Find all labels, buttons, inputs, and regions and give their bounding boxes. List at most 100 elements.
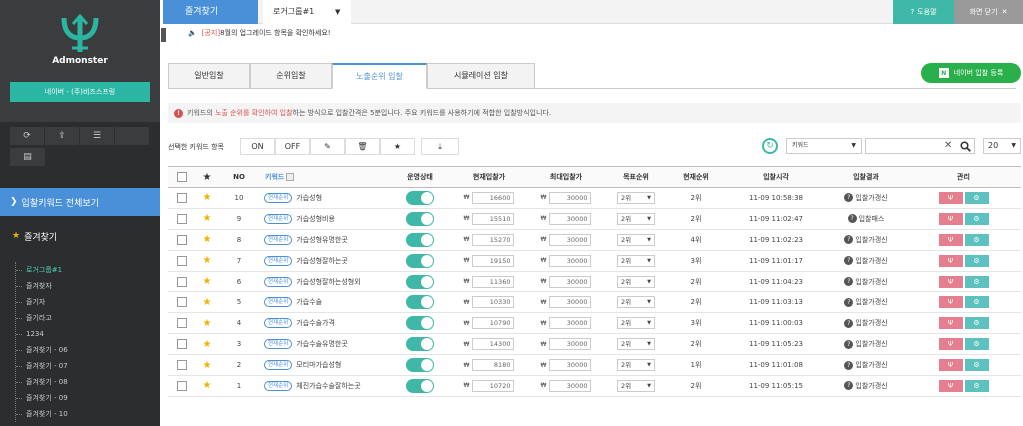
table-row[interactable]: ★ 2 현재순위 모티마가습성형 ₩8180 ₩30000 2위 ▼ 1위 11-09 11:01…: [168, 354, 1021, 377]
sidebar-group-item[interactable]: 즐겨찾기 - 08: [16, 374, 155, 390]
favorite-star-icon[interactable]: ★: [196, 291, 218, 314]
status-toggle[interactable]: [406, 295, 434, 310]
current-rank-tag[interactable]: 현재순위: [264, 360, 293, 371]
sidebar-group-item[interactable]: 즐겨찾기 - 06: [16, 342, 155, 358]
question-icon[interactable]: ?: [844, 339, 854, 349]
target-rank-select[interactable]: 2위 ▼: [617, 254, 655, 267]
current-bid-field[interactable]: 15270: [472, 233, 515, 246]
current-rank-tag[interactable]: 현재순위: [264, 380, 293, 391]
status-toggle[interactable]: [406, 211, 434, 226]
help-button[interactable]: ? 도움말: [893, 0, 954, 24]
naver-bid-register-button[interactable]: N 네이버 입찰 등록: [921, 63, 1021, 83]
keyword-text[interactable]: 가습성형비용: [296, 215, 335, 223]
account-selector-button[interactable]: 네이버 - (주)비즈스프링: [10, 82, 150, 102]
keyword-text[interactable]: 가습수술유명한곳: [296, 340, 348, 348]
status-toggle[interactable]: [406, 253, 434, 268]
favorite-star-icon[interactable]: ★: [196, 229, 218, 251]
edit-icon[interactable]: ✎: [310, 138, 345, 155]
row-checkbox[interactable]: [168, 354, 196, 377]
max-bid-field[interactable]: 30000: [549, 191, 592, 204]
favorite-star-icon[interactable]: ★: [196, 250, 218, 272]
current-rank-tag[interactable]: 현재순위: [264, 318, 293, 329]
refresh-icon[interactable]: ↻: [762, 138, 778, 154]
current-bid-field[interactable]: 8180: [472, 359, 515, 372]
question-icon[interactable]: ?: [844, 256, 854, 266]
status-toggle[interactable]: [406, 274, 434, 289]
select-all-checkbox[interactable]: [168, 166, 196, 188]
keyword-text[interactable]: 가습성형: [296, 194, 322, 202]
log-icon[interactable]: Ψ: [938, 296, 963, 309]
log-icon[interactable]: Ψ: [938, 191, 963, 204]
sidebar-group-item[interactable]: 1234: [16, 326, 155, 342]
keyword-text[interactable]: 가습성형잘하는성형외: [296, 278, 360, 286]
header-keyword[interactable]: 키워드: [260, 166, 388, 188]
keyword-text[interactable]: 가습성형유명한곳: [296, 236, 348, 244]
tab-rank-bid[interactable]: 순위입찰: [250, 63, 332, 89]
table-row[interactable]: ★ 9 현재순위 가습성형비용 ₩15510 ₩30000 2위 ▼ 2위 11-09 11:02…: [168, 208, 1021, 230]
sidebar-group-item[interactable]: 즐겨찾기 - 09: [16, 390, 155, 406]
row-checkbox[interactable]: [168, 312, 196, 335]
keyword-text[interactable]: 체진가습수술잘하는곳: [296, 382, 360, 390]
sidebar-group-item[interactable]: 즐기라고: [16, 310, 155, 326]
document-icon[interactable]: ▤: [10, 148, 45, 166]
table-row[interactable]: ★ 7 현재순위 가습성형잘하는곳 ₩19150 ₩30000 2위 ▼ 3위 11-09 11:…: [168, 250, 1021, 272]
trash-icon[interactable]: 🗑: [345, 138, 380, 155]
target-rank-select[interactable]: 2위 ▼: [617, 191, 655, 204]
nav-all-keywords[interactable]: ❯ 입찰키워드 전체보기: [0, 188, 160, 216]
max-bid-field[interactable]: 30000: [549, 317, 592, 330]
settings-gear-icon[interactable]: ⚙: [964, 191, 989, 204]
status-toggle[interactable]: [406, 232, 434, 247]
favorite-star-icon[interactable]: ★: [196, 354, 218, 377]
settings-gear-icon[interactable]: ⚙: [964, 233, 989, 246]
status-toggle[interactable]: [406, 358, 434, 373]
keyword-text[interactable]: 가습수술: [296, 298, 322, 306]
tab-general-bid[interactable]: 일반입찰: [168, 63, 250, 89]
max-bid-field[interactable]: 30000: [549, 379, 592, 392]
question-icon[interactable]: ?: [847, 214, 857, 224]
settings-gear-icon[interactable]: ⚙: [964, 379, 989, 392]
table-row[interactable]: ★ 8 현재순위 가습성형유명한곳 ₩15270 ₩30000 2위 ▼ 4위 11-09 11:…: [168, 229, 1021, 251]
favorite-star-icon[interactable]: ★: [196, 271, 218, 293]
tab-group-dropdown[interactable]: 로거그룹#1 ▼: [263, 0, 351, 24]
settings-gear-icon[interactable]: ⚙: [964, 338, 989, 351]
log-icon[interactable]: Ψ: [938, 275, 963, 288]
max-bid-field[interactable]: 30000: [549, 359, 592, 372]
target-rank-select[interactable]: 2위 ▼: [617, 379, 655, 392]
target-rank-select[interactable]: 2위 ▼: [617, 296, 655, 309]
current-rank-tag[interactable]: 현재순위: [264, 339, 293, 350]
current-bid-field[interactable]: 19150: [472, 254, 515, 267]
question-icon[interactable]: ?: [844, 318, 854, 328]
tab-favorites[interactable]: 즐겨찾기: [163, 0, 258, 24]
max-bid-field[interactable]: 30000: [549, 296, 592, 309]
settings-gear-icon[interactable]: ⚙: [964, 212, 989, 225]
search-icon[interactable]: [960, 141, 971, 152]
current-bid-field[interactable]: 16600: [472, 191, 515, 204]
current-bid-field[interactable]: 10790: [472, 317, 515, 330]
favorite-star-icon[interactable]: ★: [196, 187, 218, 209]
max-bid-field[interactable]: 30000: [549, 275, 592, 288]
status-toggle[interactable]: [406, 337, 434, 352]
settings-gear-icon[interactable]: ⚙: [964, 296, 989, 309]
question-icon[interactable]: ?: [844, 381, 854, 391]
log-icon[interactable]: Ψ: [938, 254, 963, 267]
max-bid-field[interactable]: 30000: [549, 254, 592, 267]
table-row[interactable]: ★ 1 현재순위 체진가습수술잘하는곳 ₩10720 ₩30000 2위 ▼ 2위 11-09 1…: [168, 375, 1021, 397]
on-button[interactable]: ON: [240, 138, 275, 155]
star-icon[interactable]: ★: [380, 138, 415, 155]
target-rank-select[interactable]: 2위 ▼: [617, 338, 655, 351]
log-icon[interactable]: Ψ: [938, 338, 963, 351]
keyword-text[interactable]: 가습성형잘하는곳: [296, 257, 348, 265]
table-row[interactable]: ★ 6 현재순위 가습성형잘하는성형외 ₩11360 ₩30000 2위 ▼ 2위 11-09 1…: [168, 271, 1021, 293]
row-checkbox[interactable]: [168, 291, 196, 314]
refresh-icon[interactable]: ⟳: [10, 127, 45, 145]
current-rank-tag[interactable]: 현재순위: [264, 213, 293, 224]
question-icon[interactable]: ?: [844, 360, 854, 370]
page-size-select[interactable]: 20 ▼: [983, 138, 1021, 154]
table-row[interactable]: ★ 3 현재순위 가습수술유명한곳 ₩14300 ₩30000 2위 ▼ 2위 11-09 11:…: [168, 333, 1021, 356]
favorite-star-icon[interactable]: ★: [196, 333, 218, 356]
row-checkbox[interactable]: [168, 271, 196, 293]
list-icon[interactable]: ☰: [80, 127, 115, 145]
status-toggle[interactable]: [406, 190, 434, 205]
question-icon[interactable]: ?: [844, 277, 854, 286]
download-icon[interactable]: ⤓: [421, 138, 459, 155]
